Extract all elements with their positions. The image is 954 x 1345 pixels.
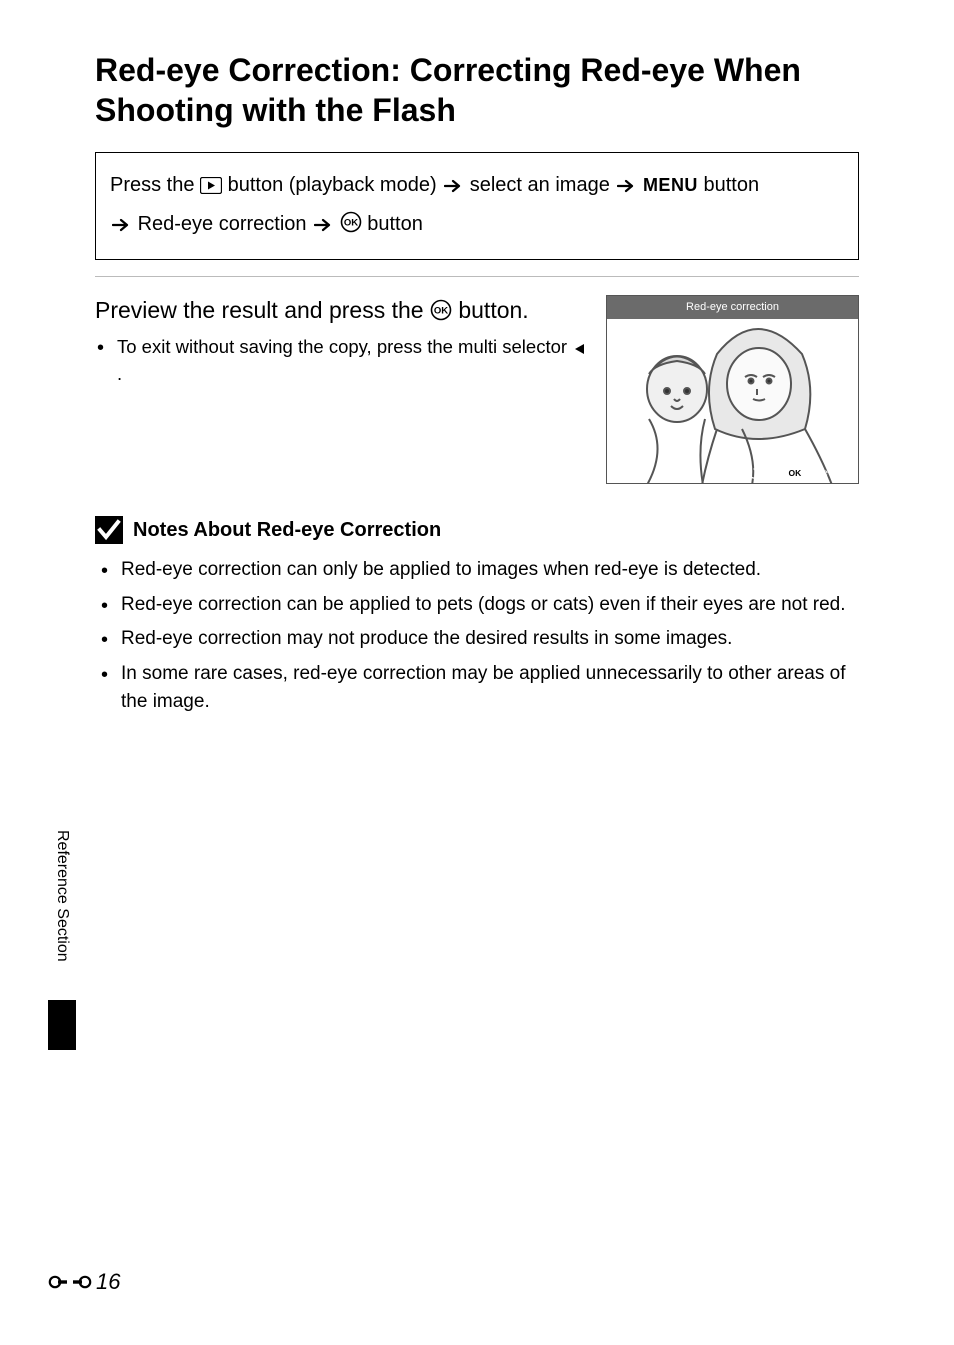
section-tab-label: Reference Section — [53, 830, 71, 962]
ok-button-icon: OK — [340, 211, 362, 233]
page-title: Red-eye Correction: Correcting Red-eye W… — [95, 50, 859, 130]
menu-button-label: MENU — [643, 175, 698, 195]
page-number: 16 — [96, 1269, 120, 1295]
svg-text:OK: OK — [344, 218, 358, 229]
nav-text: button — [367, 213, 423, 235]
list-item: Red-eye correction may not produce the d… — [121, 625, 859, 654]
list-item: To exit without saving the copy, press t… — [117, 334, 588, 388]
list-item: Red-eye correction can be applied to pet… — [121, 591, 859, 620]
nav-text: button — [704, 174, 760, 196]
camera-screen-preview: Red-eye correction — [606, 295, 859, 484]
section-tab: Reference Section — [48, 820, 76, 1050]
heading-text: button. — [452, 297, 529, 323]
nav-text: button (playback mode) — [228, 174, 443, 196]
list-item-text: To exit without saving the copy, press t… — [117, 336, 572, 357]
nav-text: Red-eye correction — [138, 213, 313, 235]
list-item: Red-eye correction can only be applied t… — [121, 556, 859, 585]
list-item: In some rare cases, red-eye correction m… — [121, 660, 859, 717]
arrow-right-icon — [314, 208, 332, 245]
instruction-heading: Preview the result and press the OK butt… — [95, 295, 588, 326]
screen-title-bar: Red-eye correction — [607, 296, 858, 319]
save-label: Save — [805, 468, 828, 479]
nav-text: Press the — [110, 174, 194, 196]
ok-badge: OK — [786, 468, 803, 479]
screen-body: Back OK Save — [607, 319, 858, 483]
notes-section: Notes About Red-eye Correction Red-eye c… — [95, 516, 859, 717]
screen-buttons: Back OK Save — [748, 468, 828, 479]
page-footer: 16 — [48, 1269, 120, 1295]
svg-text:OK: OK — [434, 306, 448, 317]
left-triangle-icon — [572, 342, 586, 356]
exit-icon — [611, 460, 627, 479]
playback-icon — [200, 177, 222, 194]
instruction-list: To exit without saving the copy, press t… — [95, 334, 588, 388]
navigation-path-box: Press the button (playback mode) select … — [95, 152, 859, 260]
warning-check-icon — [95, 516, 123, 544]
arrow-right-icon — [112, 208, 130, 245]
notes-list: Red-eye correction can only be applied t… — [95, 556, 859, 717]
notes-heading: Notes About Red-eye Correction — [133, 519, 441, 542]
back-pill: Back — [748, 468, 783, 479]
arrow-right-icon — [617, 169, 635, 206]
link-segments-icon — [48, 1269, 92, 1295]
save-pill: OK Save — [786, 468, 828, 479]
divider — [95, 276, 859, 277]
list-item-text: . — [117, 363, 122, 384]
nav-text: select an image — [470, 174, 616, 196]
arrow-right-icon — [444, 169, 462, 206]
back-label: Back — [761, 468, 783, 479]
heading-text: Preview the result and press the — [95, 297, 430, 323]
ok-button-icon: OK — [430, 299, 452, 321]
